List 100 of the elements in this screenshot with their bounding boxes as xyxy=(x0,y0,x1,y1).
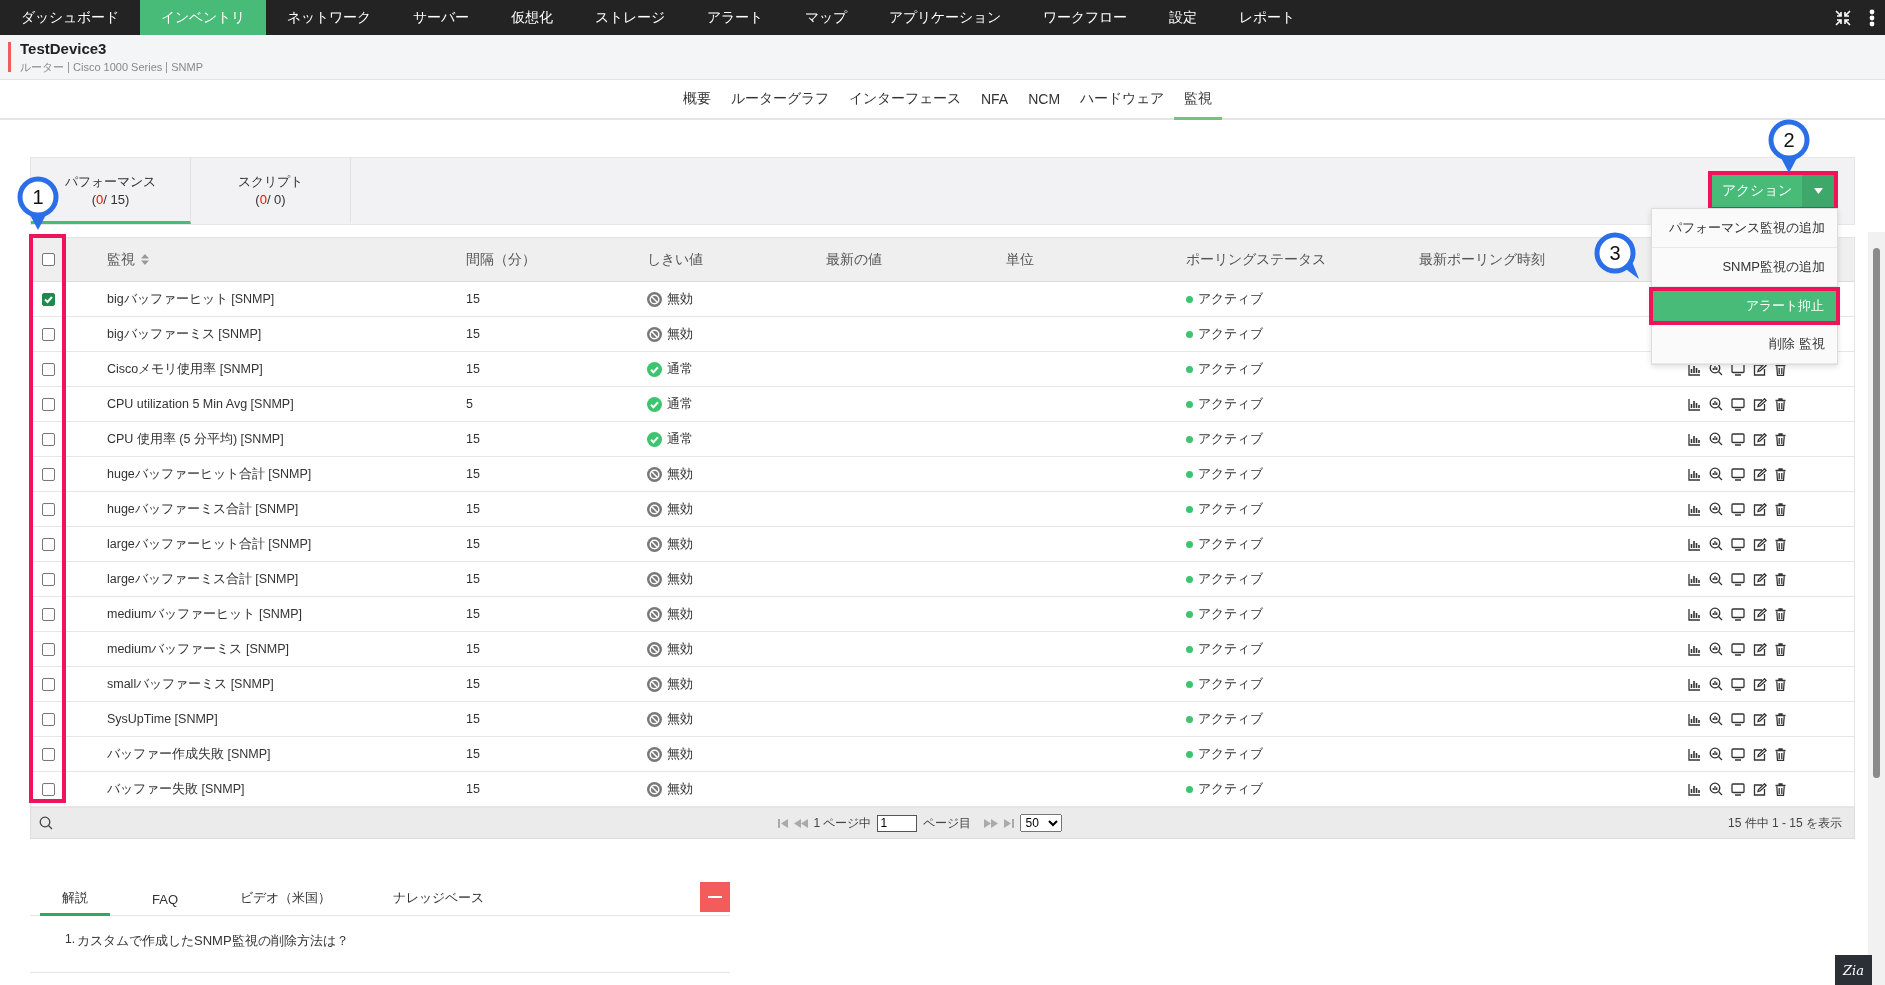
monitor-icon[interactable] xyxy=(1731,467,1745,481)
checkbox[interactable] xyxy=(42,677,55,691)
edit-icon[interactable] xyxy=(1753,432,1767,446)
sub-tab[interactable]: NFA xyxy=(970,80,1019,120)
help-tab[interactable]: 解説 xyxy=(40,889,110,916)
chart-icon[interactable] xyxy=(1688,607,1701,621)
monitor-icon[interactable] xyxy=(1731,642,1745,656)
monitor-icon[interactable] xyxy=(1731,747,1745,761)
monitor-name[interactable]: bigバッファーヒット [SNMP] xyxy=(107,291,275,306)
column-header[interactable]: 単位 xyxy=(1006,250,1034,269)
checkbox[interactable] xyxy=(42,747,55,761)
edit-icon[interactable] xyxy=(1753,397,1767,411)
chart-search-icon[interactable] xyxy=(1709,677,1723,691)
chart-icon[interactable] xyxy=(1688,782,1701,796)
delete-icon[interactable] xyxy=(1775,747,1786,761)
edit-icon[interactable] xyxy=(1753,747,1767,761)
help-tab[interactable]: ビデオ（米国） xyxy=(220,889,351,916)
nav-tab[interactable]: マップ xyxy=(784,0,868,35)
monitor-name[interactable]: バッファー失敗 [SNMP] xyxy=(107,781,245,796)
edit-icon[interactable] xyxy=(1753,572,1767,586)
nav-tab[interactable]: ダッシュボード xyxy=(0,0,140,35)
delete-icon[interactable] xyxy=(1775,432,1786,446)
monitor-name[interactable]: mediumバッファーミス [SNMP] xyxy=(107,641,289,656)
checkbox[interactable] xyxy=(42,572,55,586)
nav-tab[interactable]: サーバー xyxy=(392,0,490,35)
sub-tab[interactable]: NCM xyxy=(1018,80,1071,120)
chart-icon[interactable] xyxy=(1688,362,1701,376)
delete-icon[interactable] xyxy=(1775,572,1786,586)
chart-icon[interactable] xyxy=(1688,572,1701,586)
nav-tab[interactable]: 設定 xyxy=(1148,0,1218,35)
checkbox[interactable] xyxy=(42,467,55,481)
checkbox[interactable] xyxy=(42,537,55,551)
nav-tab[interactable]: 仮想化 xyxy=(490,0,574,35)
edit-icon[interactable] xyxy=(1753,362,1767,376)
page-input[interactable]: 1 xyxy=(877,814,918,832)
collapse-button[interactable] xyxy=(700,882,730,912)
menu-item[interactable]: SNMP監視の追加 xyxy=(1652,248,1837,287)
checkbox[interactable] xyxy=(42,327,55,341)
nav-tab[interactable]: レポート xyxy=(1218,0,1316,35)
monitor-icon[interactable] xyxy=(1731,572,1745,586)
checkbox[interactable] xyxy=(42,782,55,796)
delete-icon[interactable] xyxy=(1775,782,1786,796)
chart-search-icon[interactable] xyxy=(1709,782,1723,796)
nav-tab[interactable]: アラート xyxy=(686,0,784,35)
chart-search-icon[interactable] xyxy=(1709,642,1723,656)
monitor-icon[interactable] xyxy=(1731,782,1745,796)
help-tab[interactable]: ナレッジベース xyxy=(373,889,504,916)
checkbox[interactable] xyxy=(42,607,55,621)
delete-icon[interactable] xyxy=(1775,502,1786,516)
checkbox[interactable] xyxy=(42,362,55,376)
chart-icon[interactable] xyxy=(1688,677,1701,691)
monitor-icon[interactable] xyxy=(1731,502,1745,516)
chart-icon[interactable] xyxy=(1688,712,1701,726)
monitor-name[interactable]: バッファー作成失敗 [SNMP] xyxy=(107,746,271,761)
checkbox[interactable] xyxy=(42,397,55,411)
monitor-name[interactable]: CPU 使用率 (5 分平均) [SNMP] xyxy=(107,431,284,446)
help-tab[interactable]: FAQ xyxy=(132,892,198,916)
monitor-icon[interactable] xyxy=(1731,397,1745,411)
menu-item[interactable]: 削除 監視 xyxy=(1652,325,1837,364)
delete-icon[interactable] xyxy=(1775,607,1786,621)
chart-search-icon[interactable] xyxy=(1709,537,1723,551)
checkbox[interactable] xyxy=(42,432,55,446)
nav-tab[interactable]: アプリケーション xyxy=(868,0,1022,35)
checkbox[interactable] xyxy=(42,253,55,266)
page-size-select[interactable]: 50 xyxy=(1020,814,1063,832)
sub-tab[interactable]: ハードウェア xyxy=(1070,80,1175,120)
chart-icon[interactable] xyxy=(1688,432,1701,446)
column-header[interactable]: 監視 xyxy=(107,250,135,269)
chart-search-icon[interactable] xyxy=(1709,467,1723,481)
edit-icon[interactable] xyxy=(1753,502,1767,516)
column-header[interactable]: 最新ポーリング時刻 xyxy=(1419,250,1545,269)
delete-icon[interactable] xyxy=(1775,537,1786,551)
nav-tab[interactable]: ワークフロー xyxy=(1022,0,1148,35)
monitor-name[interactable]: Ciscoメモリ使用率 [SNMP] xyxy=(107,361,263,376)
monitor-name[interactable]: smallバッファーミス [SNMP] xyxy=(107,676,274,691)
delete-icon[interactable] xyxy=(1775,397,1786,411)
monitor-icon[interactable] xyxy=(1731,677,1745,691)
edit-icon[interactable] xyxy=(1753,467,1767,481)
delete-icon[interactable] xyxy=(1775,642,1786,656)
monitor-tab[interactable]: スクリプト (0/ 0) xyxy=(191,158,351,224)
checkbox[interactable] xyxy=(42,502,55,516)
chart-search-icon[interactable] xyxy=(1709,712,1723,726)
chart-icon[interactable] xyxy=(1688,467,1701,481)
column-header[interactable]: しきい値 xyxy=(647,250,703,269)
chart-search-icon[interactable] xyxy=(1709,747,1723,761)
delete-icon[interactable] xyxy=(1775,467,1786,481)
checkbox[interactable] xyxy=(42,642,55,656)
monitor-name[interactable]: hugeバッファーミス合計 [SNMP] xyxy=(107,501,299,516)
chart-search-icon[interactable] xyxy=(1709,572,1723,586)
nav-tab[interactable]: ストレージ xyxy=(574,0,686,35)
nav-tab[interactable]: ネットワーク xyxy=(266,0,392,35)
column-header[interactable]: ポーリングステータス xyxy=(1186,250,1326,269)
chart-search-icon[interactable] xyxy=(1709,607,1723,621)
chart-icon[interactable] xyxy=(1688,642,1701,656)
edit-icon[interactable] xyxy=(1753,607,1767,621)
chart-icon[interactable] xyxy=(1688,537,1701,551)
monitor-name[interactable]: SysUpTime [SNMP] xyxy=(107,712,218,726)
chart-icon[interactable] xyxy=(1688,502,1701,516)
edit-icon[interactable] xyxy=(1753,782,1767,796)
monitor-name[interactable]: mediumバッファーヒット [SNMP] xyxy=(107,606,302,621)
